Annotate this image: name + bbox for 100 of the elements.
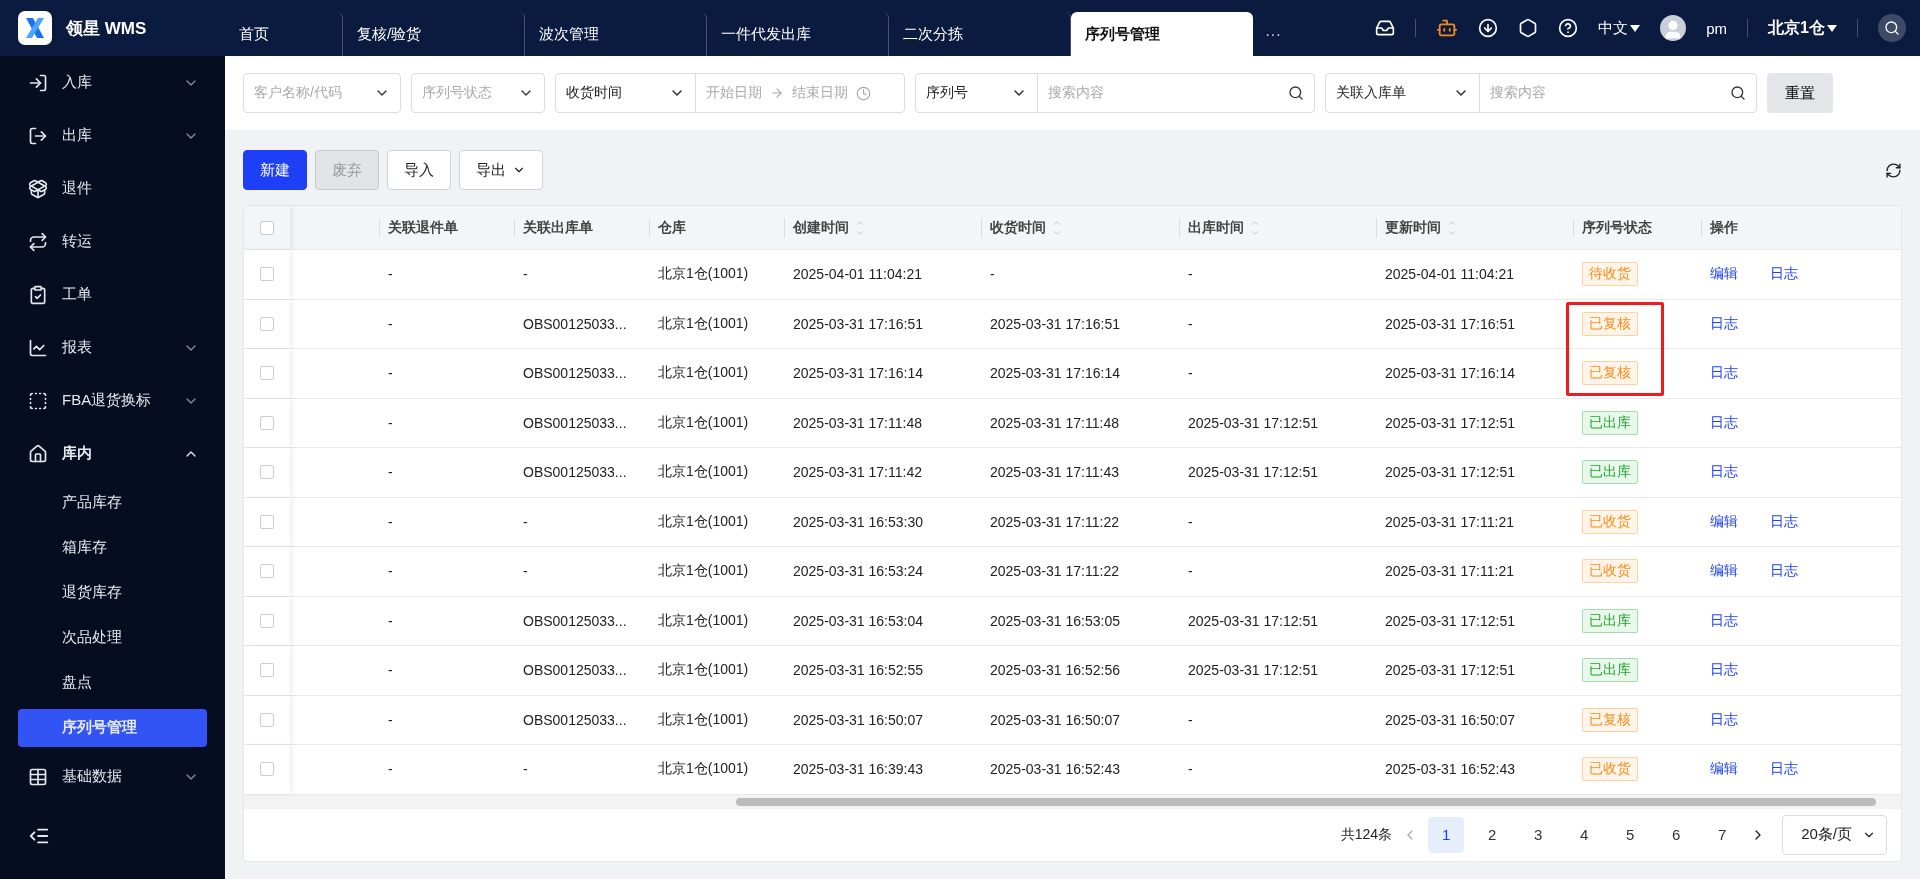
- sidebar-item[interactable]: 基础数据: [0, 750, 225, 803]
- table-cell: -: [523, 761, 528, 778]
- table-cell: 2025-03-31 16:52:43: [1385, 761, 1515, 778]
- language-menu[interactable]: 中文: [1598, 18, 1641, 38]
- page-number[interactable]: 1: [1428, 816, 1465, 853]
- scrollbar-thumb[interactable]: [736, 797, 1876, 806]
- table-cell: 2025-03-31 17:12:51: [1385, 464, 1515, 481]
- checkbox[interactable]: [260, 267, 274, 282]
- table-cell: -: [388, 662, 393, 679]
- table-cell: 2025-03-31 17:11:48: [990, 414, 1119, 431]
- table-cell: 2025-03-31 16:50:07: [793, 711, 923, 728]
- action-link[interactable]: 编辑: [1710, 760, 1738, 779]
- sidebar-item[interactable]: 报表: [0, 321, 225, 374]
- reset-button[interactable]: 重置: [1767, 73, 1833, 113]
- toolbar-button[interactable]: 导出: [459, 150, 543, 190]
- action-link[interactable]: 日志: [1710, 611, 1738, 630]
- sidebar-subitem[interactable]: 退货库存: [18, 573, 207, 612]
- column-header: 关联退件单: [379, 218, 458, 237]
- sidebar-subitem[interactable]: 产品库存: [18, 483, 207, 522]
- action-link[interactable]: 日志: [1710, 463, 1738, 482]
- transfer-icon: [28, 231, 48, 252]
- action-link[interactable]: 编辑: [1710, 512, 1738, 531]
- inbox-icon[interactable]: [1375, 18, 1396, 38]
- sidebar-subitem[interactable]: 次品处理: [18, 618, 207, 657]
- sidebar-subitem[interactable]: 盘点: [18, 663, 207, 702]
- status-tag: 已收货: [1582, 757, 1638, 782]
- logout-icon: [28, 125, 48, 146]
- table-cell: OBS00125033...: [523, 365, 627, 382]
- action-link[interactable]: 日志: [1710, 413, 1738, 432]
- search-icon[interactable]: [1878, 14, 1906, 42]
- checkbox[interactable]: [260, 220, 274, 235]
- action-link[interactable]: 编辑: [1710, 562, 1738, 581]
- checkbox[interactable]: [260, 415, 274, 430]
- table-cell: -: [388, 266, 393, 283]
- checkbox[interactable]: [260, 366, 274, 381]
- action-link[interactable]: 日志: [1710, 710, 1738, 729]
- table-cell: -: [388, 711, 393, 728]
- sidebar-item[interactable]: FBA退货换标: [0, 374, 225, 427]
- action-link[interactable]: 日志: [1710, 314, 1738, 333]
- sidebar-item[interactable]: 库内: [0, 427, 225, 480]
- page-number[interactable]: 5: [1612, 816, 1649, 853]
- table-cell: OBS00125033...: [523, 315, 627, 332]
- table-cell: -: [1188, 711, 1193, 728]
- page-number[interactable]: 4: [1566, 816, 1603, 853]
- checkbox[interactable]: [260, 316, 274, 331]
- robot-icon[interactable]: [1436, 17, 1459, 39]
- table-cell: 2025-03-31 16:50:07: [1385, 711, 1515, 728]
- user-name[interactable]: pm: [1706, 19, 1728, 37]
- table-cell: 北京1仓(1001): [658, 512, 749, 531]
- action-link[interactable]: 日志: [1770, 760, 1798, 779]
- page-size-select[interactable]: 20条/页: [1782, 814, 1887, 855]
- page-number[interactable]: 3: [1520, 816, 1557, 853]
- toolbar-button[interactable]: 新建: [243, 150, 307, 190]
- column-header: 更新时间: [1376, 217, 1457, 238]
- table-cell: -: [1188, 761, 1193, 778]
- checkbox[interactable]: [260, 514, 274, 529]
- table-cell: 2025-03-31 17:12:51: [1188, 612, 1318, 629]
- download-icon[interactable]: [1478, 18, 1499, 38]
- page-number[interactable]: 6: [1658, 816, 1695, 853]
- sidebar-subitem[interactable]: 箱库存: [18, 528, 207, 567]
- action-link[interactable]: 日志: [1770, 512, 1798, 531]
- table-cell: 2025-03-31 17:11:22: [990, 513, 1119, 530]
- checkbox[interactable]: [260, 762, 274, 777]
- table-cell: 北京1仓(1001): [658, 760, 749, 779]
- table-cell: 2025-03-31 17:12:51: [1188, 414, 1318, 431]
- action-link[interactable]: 日志: [1710, 364, 1738, 383]
- table-cell: -: [388, 761, 393, 778]
- column-header: 仓库: [649, 218, 686, 237]
- table-cell: -: [1188, 563, 1193, 580]
- sidebar-item[interactable]: 转运: [0, 215, 225, 268]
- table-cell: -: [1188, 365, 1193, 382]
- toolbar-button[interactable]: 导入: [387, 150, 451, 190]
- checkbox[interactable]: [260, 712, 274, 727]
- sidebar-subitem[interactable]: 序列号管理: [18, 708, 207, 747]
- sidebar-item[interactable]: 退件: [0, 162, 225, 215]
- warehouse-menu[interactable]: 北京1仓: [1768, 17, 1837, 39]
- package-icon: [28, 178, 48, 199]
- more-tabs[interactable]: ···: [1265, 26, 1281, 44]
- action-link[interactable]: 日志: [1770, 562, 1798, 581]
- page-number[interactable]: 7: [1704, 816, 1741, 853]
- sidebar-item[interactable]: 工单: [0, 268, 225, 321]
- avatar-icon[interactable]: [1660, 15, 1687, 41]
- action-link[interactable]: 日志: [1770, 265, 1798, 284]
- page-number[interactable]: 2: [1474, 816, 1511, 853]
- checkbox[interactable]: [260, 564, 274, 579]
- table-cell: 2025-03-31 16:53:24: [793, 563, 923, 580]
- refresh-icon[interactable]: [1885, 161, 1902, 179]
- help-icon[interactable]: [1558, 18, 1579, 38]
- action-link[interactable]: 日志: [1710, 661, 1738, 680]
- checkbox[interactable]: [260, 613, 274, 628]
- sidebar-item[interactable]: 出库: [0, 109, 225, 162]
- sidebar-item[interactable]: 入库: [0, 56, 225, 109]
- checkbox[interactable]: [260, 663, 274, 678]
- table-cell: -: [1188, 513, 1193, 530]
- status-tag: 已出库: [1582, 608, 1638, 633]
- table-cell: 2025-04-01 11:04:21: [793, 266, 922, 283]
- nav-tab[interactable]: 序列号管理: [1071, 12, 1253, 56]
- status-tag: 待收货: [1582, 262, 1638, 287]
- action-link[interactable]: 编辑: [1710, 265, 1738, 284]
- checkbox[interactable]: [260, 465, 274, 480]
